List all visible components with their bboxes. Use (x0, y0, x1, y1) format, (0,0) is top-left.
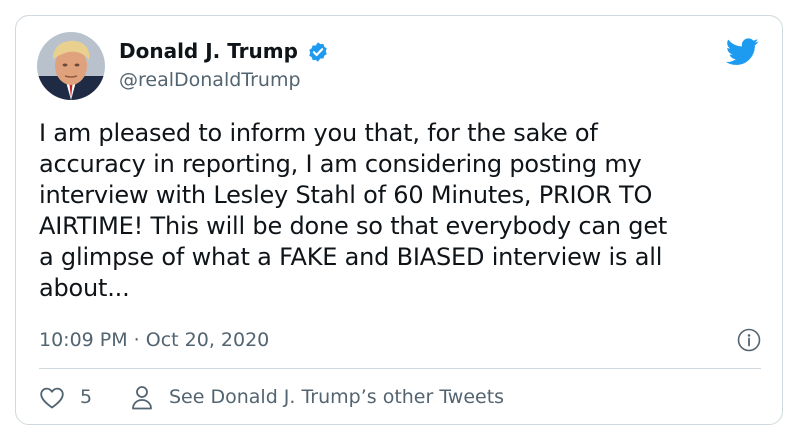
avatar[interactable] (37, 32, 105, 100)
see-other-tweets-link[interactable]: See Donald J. Trump’s other Tweets (169, 383, 504, 411)
person-icon[interactable] (131, 385, 153, 410)
author-name[interactable]: Donald J. Trump (119, 37, 298, 65)
author-handle[interactable]: @realDonaldTrump (119, 66, 301, 94)
divider (39, 368, 761, 369)
twitter-bird-icon[interactable] (726, 38, 759, 66)
heart-icon[interactable] (39, 386, 65, 410)
tweet-timestamp[interactable]: 10:09 PM · Oct 20, 2020 (39, 326, 269, 354)
tweet-card: Donald J. Trump @realDonaldTrump I am pl… (15, 15, 783, 425)
info-icon[interactable] (737, 328, 761, 352)
verified-badge-icon (309, 42, 327, 62)
like-count[interactable]: 5 (80, 383, 92, 411)
tweet-text: I am pleased to inform you that, for the… (39, 119, 668, 302)
